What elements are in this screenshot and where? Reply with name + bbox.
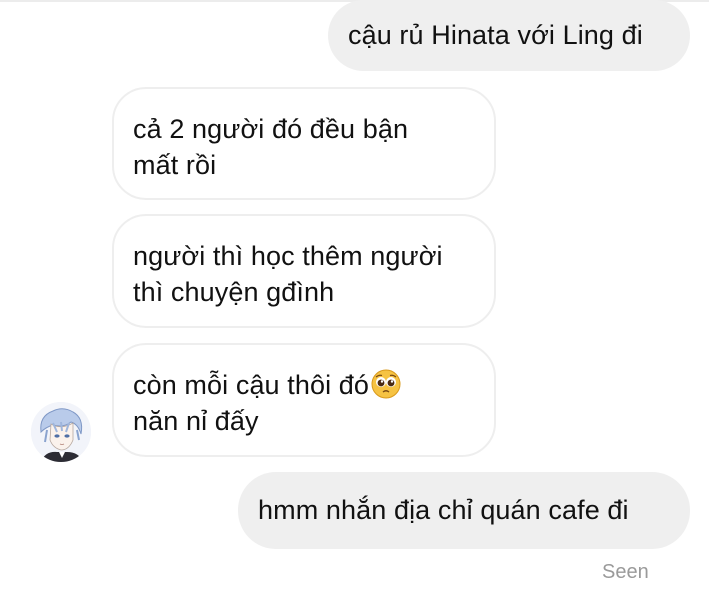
message-bubble-incoming[interactable]: người thì học thêm người thì chuyện gđìn… bbox=[112, 214, 496, 328]
seen-status: Seen bbox=[602, 561, 649, 583]
message-bubble-outgoing[interactable]: cậu rủ Hinata với Ling đi bbox=[328, 0, 690, 71]
message-text: còn mỗi cậu thôi đó bbox=[133, 370, 370, 400]
pleading-face-icon bbox=[371, 369, 401, 399]
message-text: người thì học thêm người bbox=[133, 241, 443, 271]
message-text: mất rồi bbox=[133, 150, 217, 180]
message-text: cậu rủ Hinata với Ling đi bbox=[348, 20, 643, 50]
message-line: còn mỗi cậu thôi đó bbox=[133, 367, 494, 403]
message-text: hmm nhắn địa chỉ quán cafe đi bbox=[258, 495, 629, 525]
message-bubble-incoming[interactable]: cả 2 người đó đều bận mất rồi bbox=[112, 87, 496, 200]
message-bubble-incoming[interactable]: còn mỗi cậu thôi đó năn nỉ đấy bbox=[112, 343, 496, 457]
message-text: cả 2 người đó đều bận bbox=[133, 114, 409, 144]
message-text: năn nỉ đấy bbox=[133, 406, 259, 436]
contact-avatar[interactable] bbox=[31, 402, 91, 462]
message-text: thì chuyện gđình bbox=[133, 277, 335, 307]
avatar-image bbox=[31, 402, 91, 462]
message-bubble-outgoing[interactable]: hmm nhắn địa chỉ quán cafe đi bbox=[238, 472, 690, 549]
